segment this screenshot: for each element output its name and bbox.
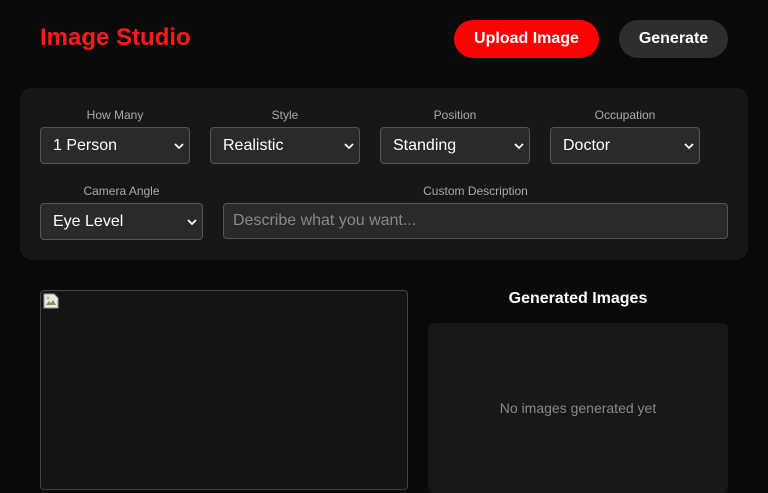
app-header: Image Studio Upload Image Generate [0, 0, 768, 78]
camera-angle-select[interactable]: Eye Level [40, 203, 203, 240]
how-many-select[interactable]: 1 Person [40, 127, 190, 164]
chevron-down-icon [344, 143, 354, 150]
upload-image-button[interactable]: Upload Image [454, 20, 599, 58]
custom-description-label: Custom Description [423, 184, 528, 198]
controls-panel: How Many 1 Person Style Realistic Positi… [20, 88, 748, 260]
how-many-value: 1 Person [53, 136, 118, 154]
occupation-value: Doctor [563, 136, 611, 154]
position-label: Position [433, 108, 477, 122]
style-select[interactable]: Realistic [210, 127, 360, 164]
custom-description-input[interactable]: Describe what you want... [223, 203, 728, 239]
occupation-select[interactable]: Doctor [550, 127, 700, 164]
chevron-down-icon [174, 143, 184, 150]
empty-state-text: No images generated yet [499, 400, 657, 416]
camera-angle-label: Camera Angle [83, 184, 160, 198]
style-value: Realistic [223, 136, 284, 154]
camera-angle-field: Camera Angle Eye Level [40, 184, 203, 244]
occupation-field: Occupation Doctor [550, 108, 700, 168]
camera-angle-value: Eye Level [53, 212, 124, 230]
generated-images-panel: No images generated yet [428, 323, 728, 493]
generate-button[interactable]: Generate [619, 20, 728, 58]
style-field: Style Realistic [210, 108, 360, 168]
broken-image-icon [43, 293, 59, 309]
position-value: Standing [393, 136, 457, 154]
occupation-label: Occupation [594, 108, 656, 122]
how-many-label: How Many [86, 108, 144, 122]
custom-description-field: Custom Description Describe what you wan… [223, 184, 728, 244]
generated-images-title: Generated Images [508, 290, 648, 307]
image-preview [40, 290, 408, 490]
how-many-field: How Many 1 Person [40, 108, 190, 168]
chevron-down-icon [187, 219, 197, 226]
style-label: Style [271, 108, 299, 122]
chevron-down-icon [514, 143, 524, 150]
position-field: Position Standing [380, 108, 530, 168]
position-select[interactable]: Standing [380, 127, 530, 164]
chevron-down-icon [684, 143, 694, 150]
app-title: Image Studio [40, 24, 191, 51]
